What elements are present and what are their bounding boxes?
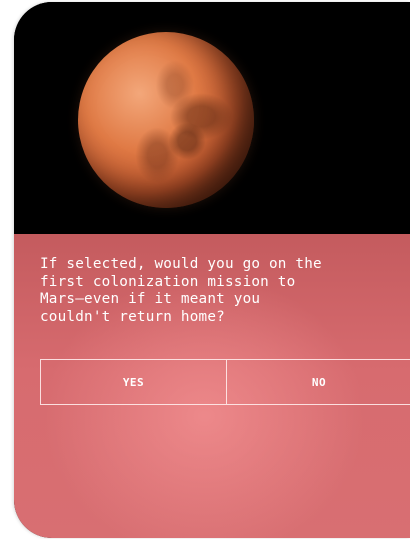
- poll-options: YES NO: [40, 359, 410, 405]
- poll-card: If selected, would you go on the first c…: [14, 2, 410, 538]
- mars-planet-image: [78, 32, 254, 208]
- no-button[interactable]: NO: [227, 360, 410, 404]
- poll-panel: If selected, would you go on the first c…: [14, 234, 410, 538]
- poll-question: If selected, would you go on the first c…: [40, 256, 322, 325]
- yes-button[interactable]: YES: [41, 360, 227, 404]
- hero-image: [14, 2, 410, 234]
